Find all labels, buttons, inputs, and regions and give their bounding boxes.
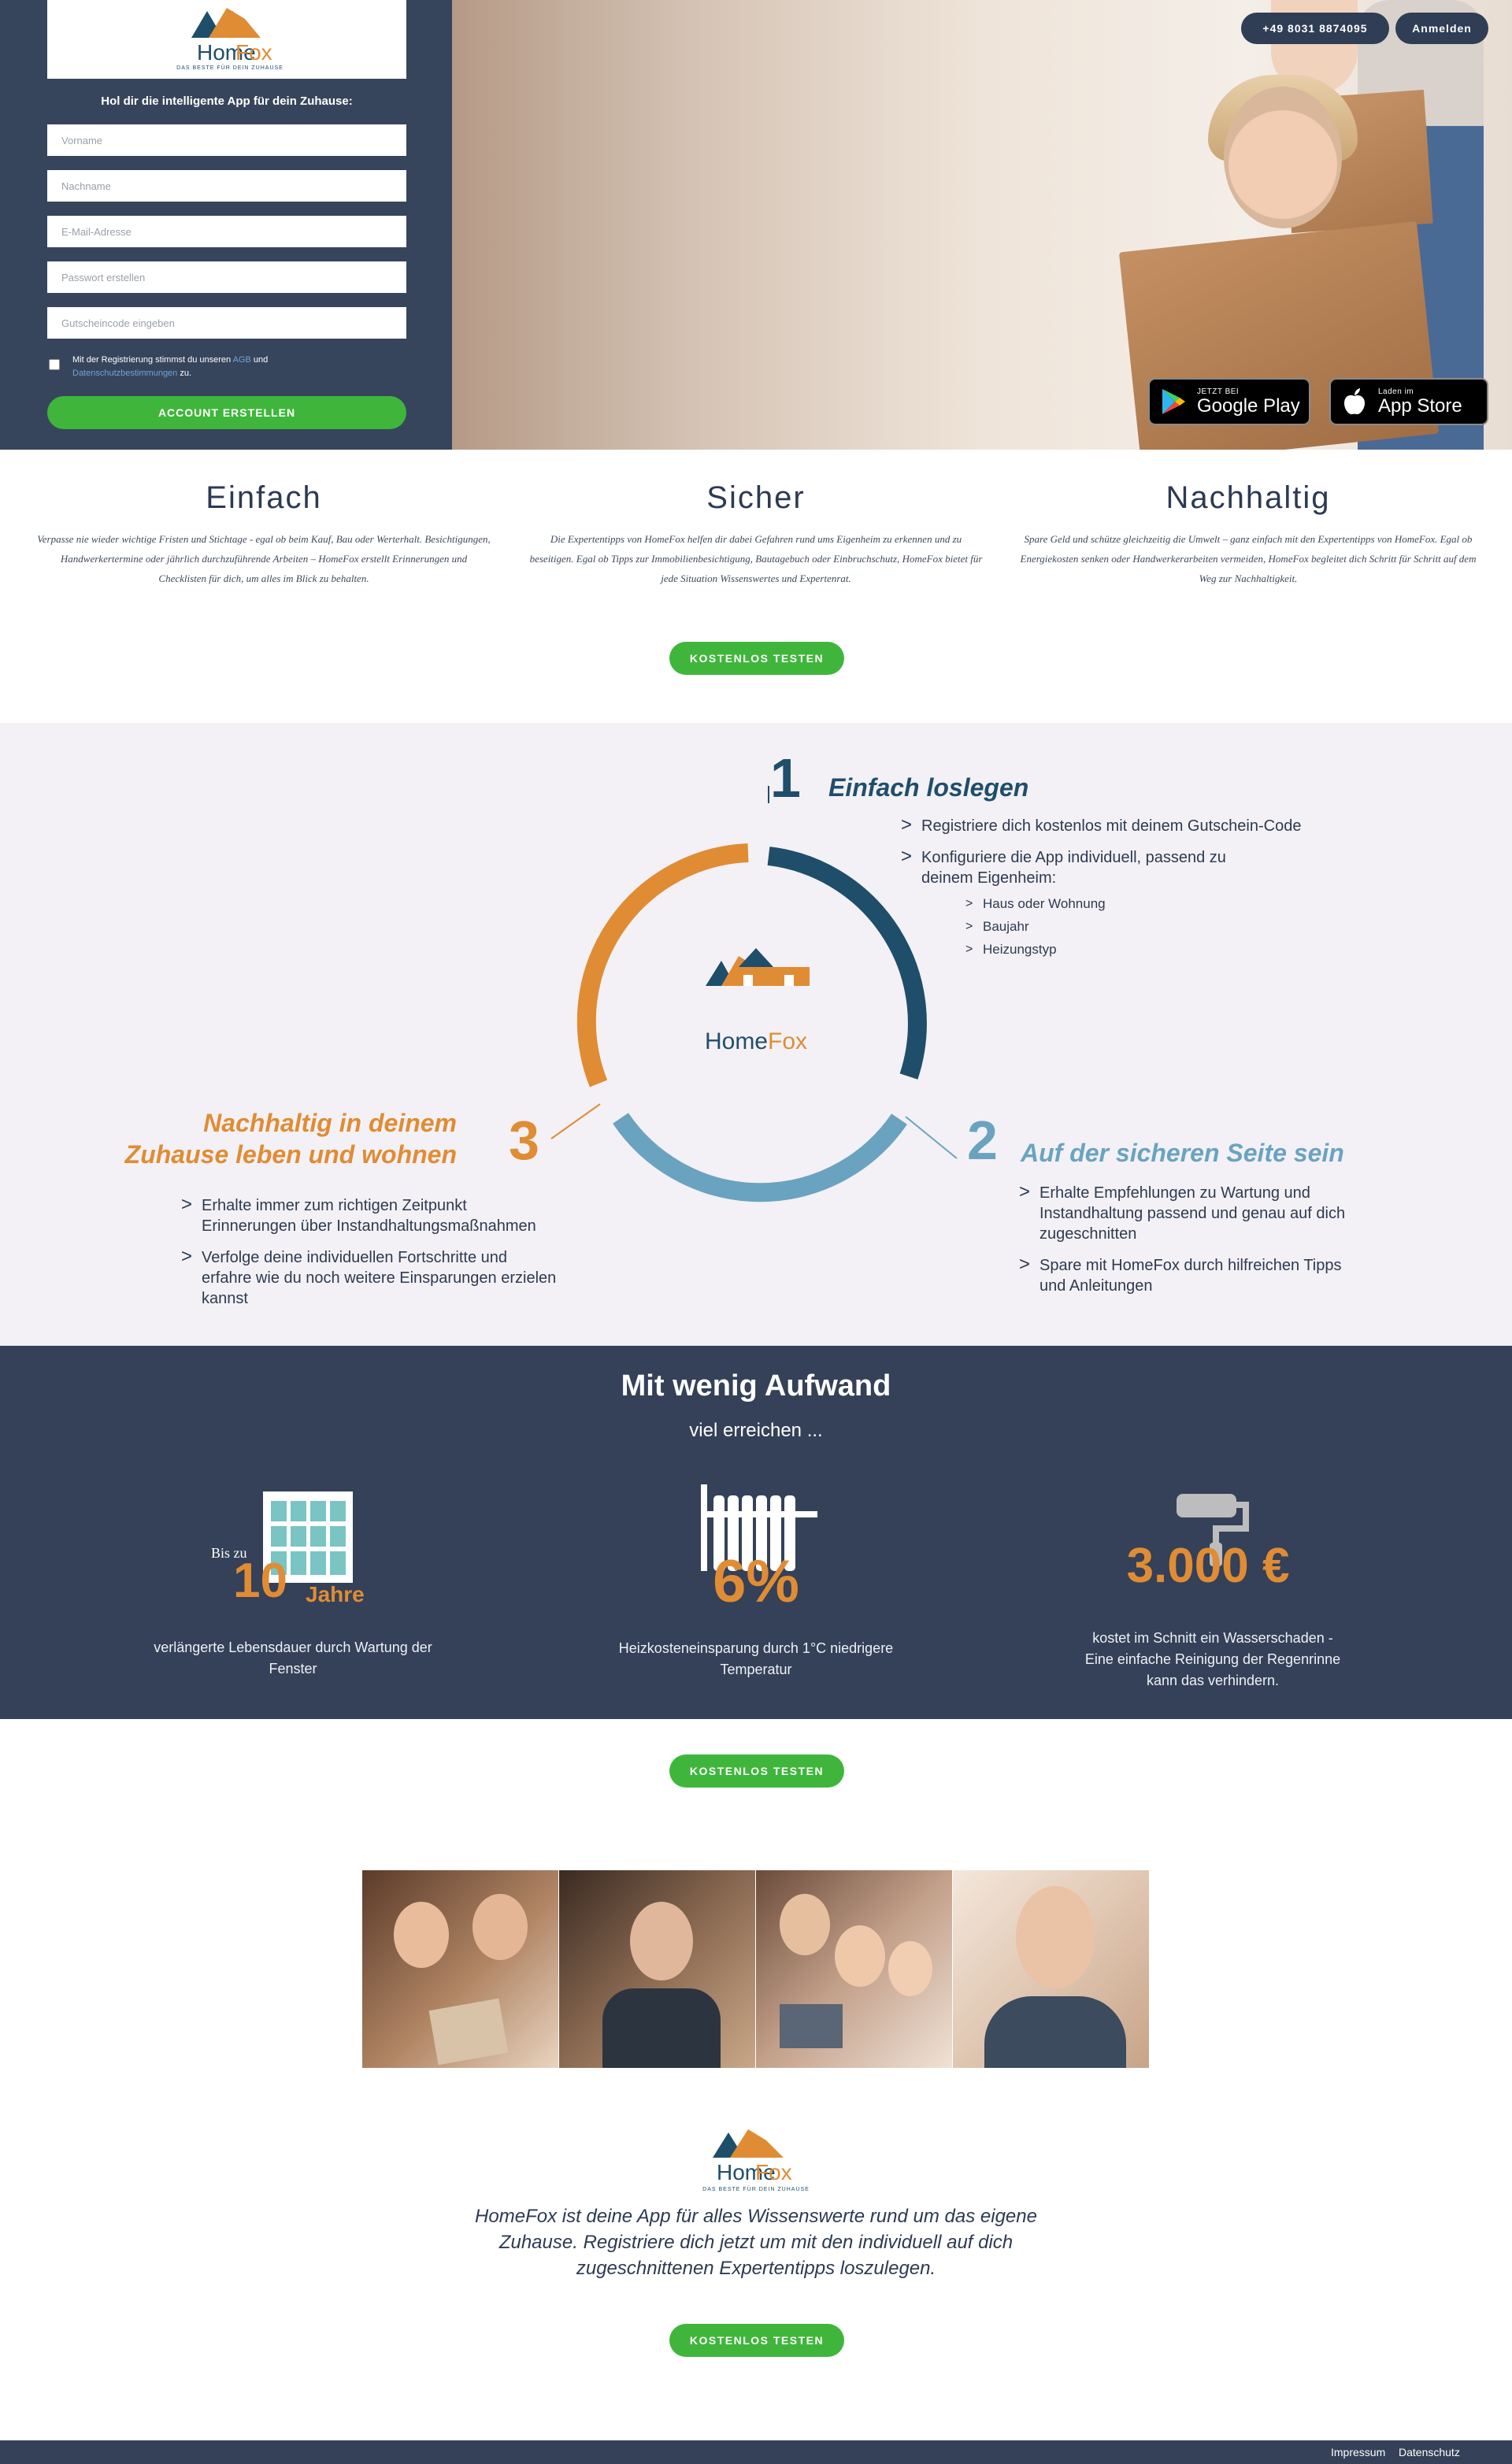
privacy-link[interactable]: Datenschutzbestimmungen <box>72 369 177 378</box>
consent-checkbox[interactable] <box>49 359 60 370</box>
google-play-big-label: Google Play <box>1197 395 1300 417</box>
ring-segment-2 <box>613 1113 907 1202</box>
feature-title-sicher: Sicher <box>706 480 806 515</box>
stats-subtitle: viel erreichen ... <box>689 1420 823 1441</box>
stat-2-desc: Heizkosteneinsparung durch 1°C niedriger… <box>618 1640 894 1677</box>
app-store-badge[interactable]: Laden im App Store <box>1329 378 1488 425</box>
step-1-title: Einfach loslegen <box>828 773 1029 802</box>
step-3-title: Nachhaltig in deinem Zuhause leben und w… <box>118 1107 457 1170</box>
stat-1-desc: verlängerte Lebensdauer durch Wartung de… <box>154 1640 432 1677</box>
signup-sidebar: Home Fox DAS BESTE FÜR DEIN ZUHAUSE Hol … <box>0 0 452 450</box>
stat-3-value: 3.000 € <box>1126 1539 1290 1593</box>
impressum-link[interactable]: Impressum <box>1331 2446 1385 2458</box>
step-1-list: Registriere dich kostenlos mit deinem Gu… <box>901 815 1342 899</box>
stat-1-unit: Jahre <box>306 1582 365 1606</box>
center-logo-home: Home <box>704 1028 768 1054</box>
consent-and: und <box>253 355 269 365</box>
google-play-small-label: JETZT BEI <box>1197 387 1240 396</box>
logo-fox-text: Fox <box>235 40 272 65</box>
datenschutz-link[interactable]: Datenschutz <box>1399 2446 1460 2458</box>
feature-title-nachhaltig: Nachhaltig <box>1166 480 1331 515</box>
consent-prefix: Mit der Registrierung stimmst du unseren <box>72 355 232 365</box>
step-3-item: Erhalte immer zum richtigen Zeitpunkt Er… <box>181 1195 559 1236</box>
homefox-logo: Home Fox DAS BESTE FÜR DEIN ZUHAUSE <box>176 8 284 71</box>
photo-family-tablet <box>756 1870 952 2068</box>
step-1-subitem: Heizungstyp <box>965 938 1106 961</box>
create-account-button[interactable]: ACCOUNT ERSTELLEN <box>47 396 406 429</box>
step-2-title: Auf der sicheren Seite sein <box>1021 1139 1344 1167</box>
form-heading: Hol dir die intelligente App für dein Zu… <box>101 94 353 108</box>
connector-3 <box>550 1103 601 1139</box>
step-2-item: Erhalte Empfehlungen zu Wartung und Inst… <box>1019 1182 1350 1244</box>
photo-senior-man <box>559 1870 755 2068</box>
photo-child-face <box>1224 87 1342 228</box>
logo-tagline: DAS BESTE FÜR DEIN ZUHAUSE <box>176 65 284 71</box>
voucher-input[interactable] <box>47 307 406 339</box>
step-1-number: 1 <box>770 747 801 809</box>
stat-1-value: 10 <box>233 1554 287 1608</box>
step-3-list: Erhalte immer zum richtigen Zeitpunkt Er… <box>181 1195 559 1320</box>
center-logo-text: HomeFox <box>701 1028 811 1055</box>
agb-link[interactable]: AGB <box>233 355 251 365</box>
password-input[interactable] <box>47 261 406 293</box>
bottom-logo-fox-text: Fox <box>755 2160 792 2184</box>
step-2-list: Erhalte Empfehlungen zu Wartung und Inst… <box>1019 1182 1350 1307</box>
feature-text-sicher: Die Expertentipps von HomeFox helfen dir… <box>529 533 983 584</box>
try-free-button-2[interactable]: KOSTENLOS TESTEN <box>669 1754 844 1788</box>
step-1-sublist: Haus oder Wohnung Baujahr Heizungstyp <box>965 892 1106 961</box>
step-2-item: Spare mit HomeFox durch hilfreichen Tipp… <box>1019 1254 1350 1296</box>
try-free-button-1[interactable]: KOSTENLOS TESTEN <box>669 642 844 675</box>
feature-text-nachhaltig: Spare Geld und schütze gleichzeitig die … <box>1020 533 1477 584</box>
login-button[interactable]: Anmelden <box>1395 13 1488 44</box>
google-play-badge[interactable]: JETZT BEI Google Play <box>1148 378 1310 425</box>
step-1-item: Konfiguriere die App individuell, passen… <box>901 847 1240 888</box>
apple-icon <box>1344 388 1365 415</box>
logo-box[interactable]: Home Fox DAS BESTE FÜR DEIN ZUHAUSE <box>47 0 406 79</box>
app-store-small-label: Laden im <box>1378 387 1414 396</box>
step-3-number: 3 <box>509 1110 539 1171</box>
feature-title-einfach: Einfach <box>206 480 322 515</box>
connector-2 <box>905 1116 958 1159</box>
step-1-subitem: Haus oder Wohnung <box>965 892 1106 915</box>
homefox-logo-bottom: Home Fox DAS BESTE FÜR DEIN ZUHAUSE <box>702 2129 810 2192</box>
google-play-icon <box>1162 389 1185 414</box>
footer: Impressum Datenschutz <box>0 2440 1512 2464</box>
step-1-subitem: Baujahr <box>965 915 1106 938</box>
step-3-title-line1: Nachhaltig in deinem <box>203 1109 457 1137</box>
phone-button[interactable]: +49 8031 8874095 <box>1241 13 1389 44</box>
step-3-title-line2: Zuhause leben und wohnen <box>124 1140 457 1169</box>
app-store-big-label: App Store <box>1378 395 1462 417</box>
last-name-input[interactable] <box>47 170 406 202</box>
try-free-button-3[interactable]: KOSTENLOS TESTEN <box>669 2324 844 2357</box>
stats-section: Mit wenig Aufwand viel erreichen ... Bis… <box>0 1346 1512 1719</box>
center-logo-fox: Fox <box>768 1028 808 1054</box>
steps-section: HomeFox 1 Einfach loslegen Registriere d… <box>0 723 1512 1346</box>
bottom-text: HomeFox ist deine App für alles Wissensw… <box>475 2206 1037 2279</box>
hero-section: Home Fox DAS BESTE FÜR DEIN ZUHAUSE Hol … <box>0 0 1512 450</box>
stats-title: Mit wenig Aufwand <box>621 1369 891 1402</box>
step-1-item: Registriere dich kostenlos mit deinem Gu… <box>901 815 1342 836</box>
email-input[interactable] <box>47 216 406 247</box>
consent-text: Mit der Registrierung stimmst du unseren… <box>72 354 332 380</box>
first-name-input[interactable] <box>47 124 406 156</box>
stat-2-value: 6% <box>713 1548 799 1615</box>
step-3-item: Verfolge deine individuellen Fortschritt… <box>181 1247 559 1309</box>
bottom-logo-tagline: DAS BESTE FÜR DEIN ZUHAUSE <box>702 2186 810 2192</box>
feature-text-einfach: Verpasse nie wieder wichtige Fristen und… <box>37 533 491 584</box>
consent-suffix: zu. <box>180 369 192 378</box>
stat-3-desc: kostet im Schnitt ein Wasserschaden - Ei… <box>1084 1630 1341 1688</box>
photo-young-man <box>953 1870 1149 2068</box>
step-2-number: 2 <box>967 1110 998 1171</box>
photo-couple-tablet <box>362 1870 558 2068</box>
